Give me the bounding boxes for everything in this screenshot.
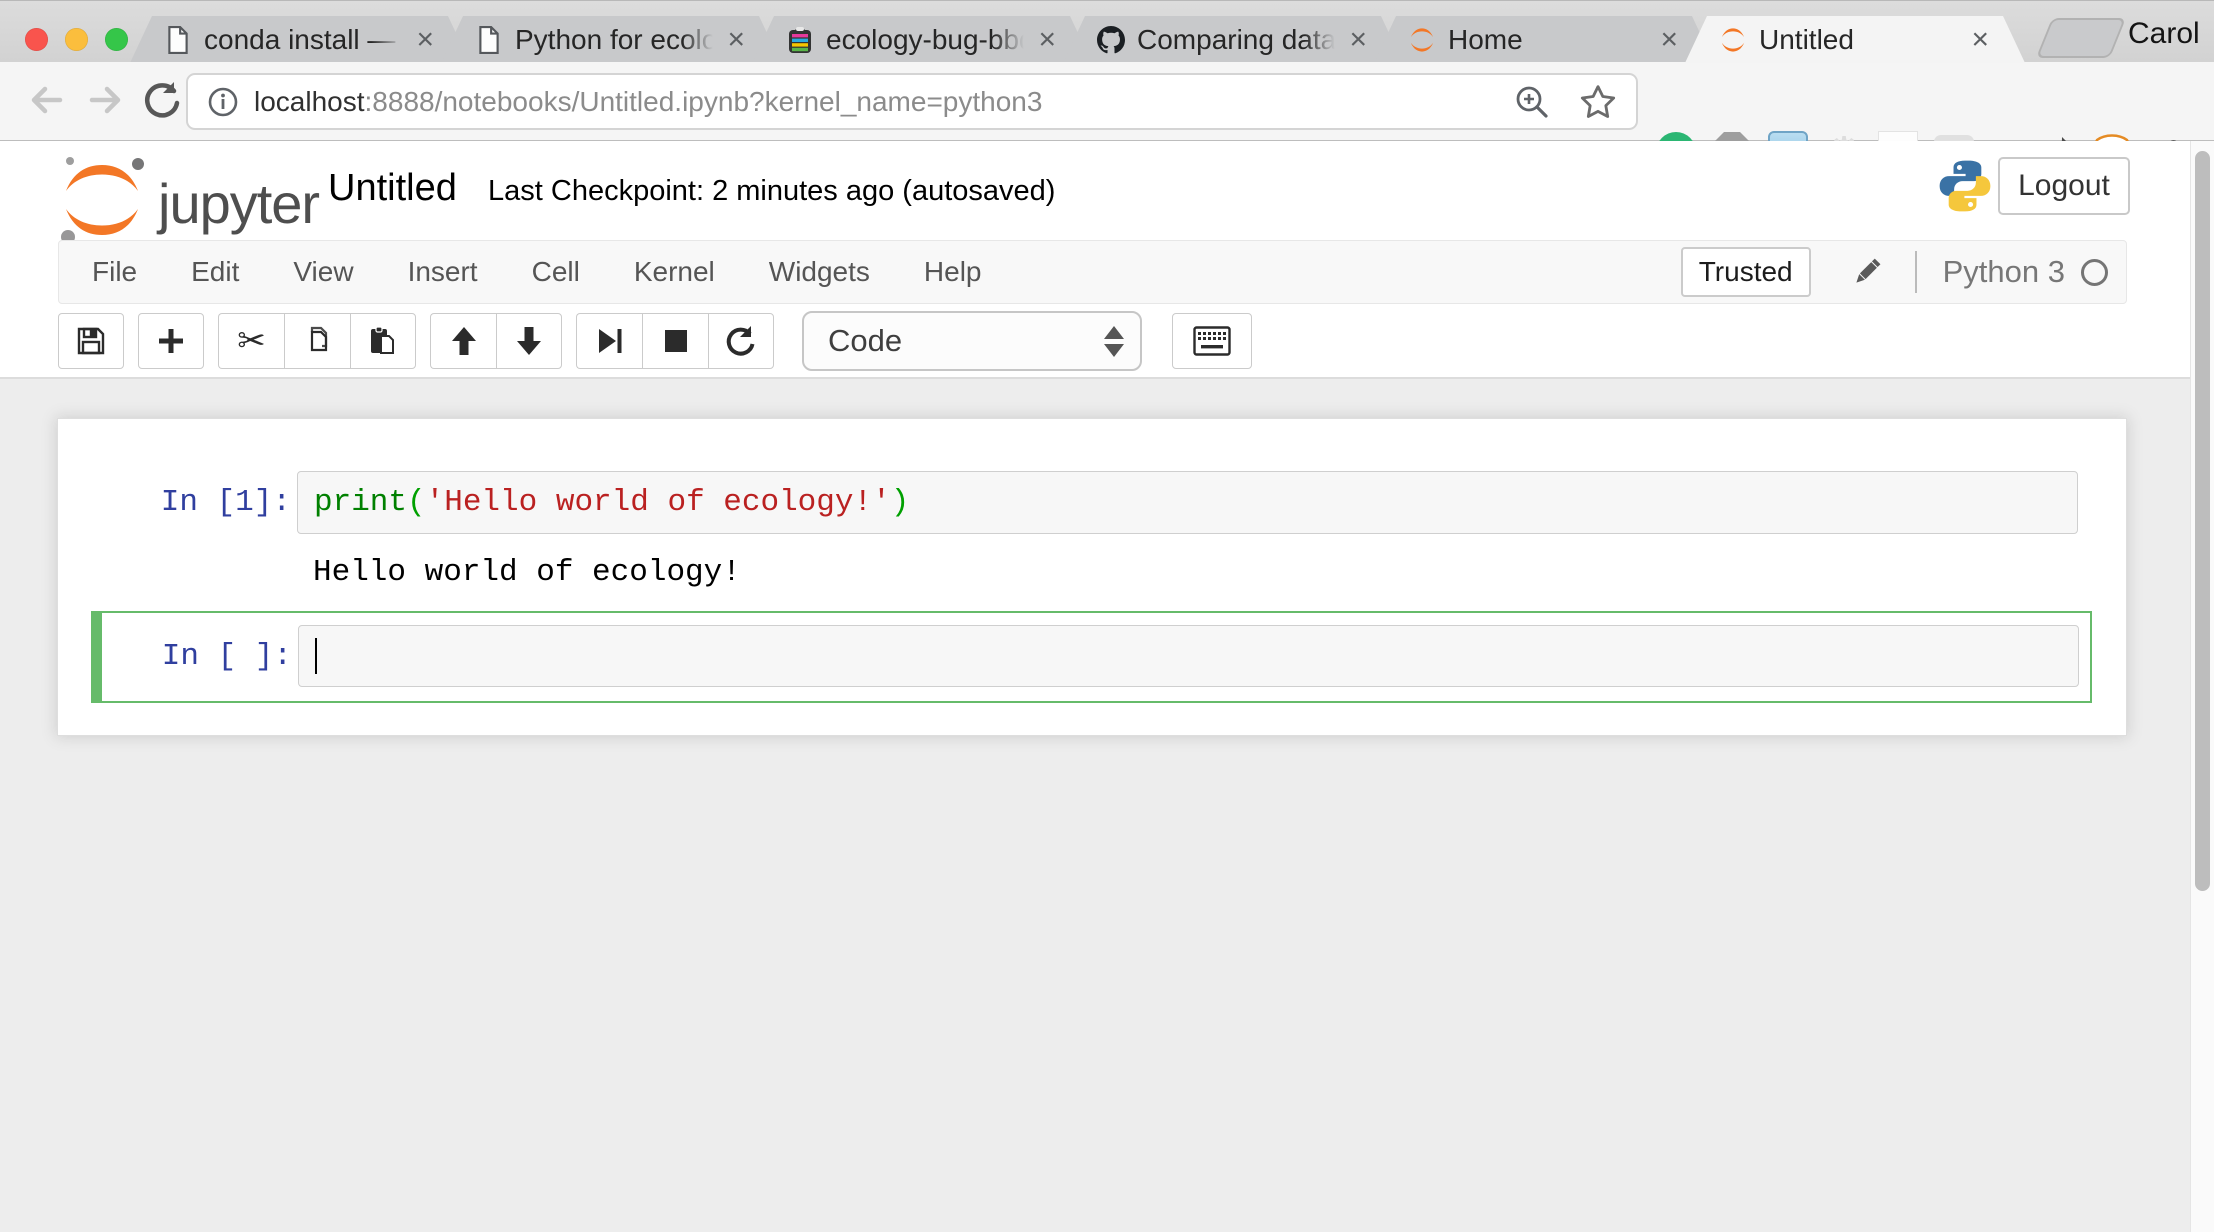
code-line: print('Hello world of ecology!')	[314, 485, 909, 520]
jupyter-logo[interactable]: jupyter	[54, 157, 319, 241]
document-icon	[475, 26, 503, 54]
menu-widgets[interactable]: Widgets	[742, 256, 897, 288]
jupyter-menubar: File Edit View Insert Cell Kernel Widget…	[58, 240, 2127, 304]
cut-cell-button[interactable]: ✂	[218, 313, 284, 369]
window-zoom-button[interactable]	[105, 28, 128, 51]
cell-output-text: Hello world of ecology!	[313, 555, 741, 590]
menubar-divider	[1915, 251, 1917, 293]
tab-title: ecology-bug-bbq	[826, 24, 1030, 56]
tab-title: Python for ecologi	[515, 24, 719, 56]
browser-tab-home[interactable]: Home ×	[1374, 16, 1714, 63]
jupyter-favicon	[1719, 26, 1747, 54]
etherpad-icon	[786, 26, 814, 54]
scissors-icon: ✂	[237, 324, 266, 358]
add-cell-button[interactable]	[138, 313, 204, 369]
python-logo-icon	[1936, 157, 1994, 215]
browser-profile-name[interactable]: Carol	[2128, 17, 2200, 51]
trusted-button[interactable]: Trusted	[1681, 247, 1811, 297]
notebook-container: In [1]: print('Hello world of ecology!')…	[57, 418, 2127, 736]
browser-tab-python-for-ecology[interactable]: Python for ecologi ×	[441, 16, 781, 63]
browser-tab-conda-install[interactable]: conda install — Co ×	[130, 16, 470, 63]
window-close-button[interactable]	[25, 28, 48, 51]
close-icon[interactable]: ×	[727, 26, 745, 54]
info-icon[interactable]	[206, 85, 240, 119]
url-host: localhost	[254, 86, 365, 117]
browser-tab-ecology-bug-bbq[interactable]: ecology-bug-bbq ×	[752, 16, 1092, 63]
tab-title: Comparing dataca	[1137, 24, 1341, 56]
tab-title: Untitled	[1759, 24, 1963, 56]
paste-cell-button[interactable]	[350, 313, 416, 369]
url-text: localhost:8888/notebooks/Untitled.ipynb?…	[254, 86, 1512, 118]
close-icon[interactable]: ×	[1660, 26, 1678, 54]
close-icon[interactable]: ×	[1971, 26, 1989, 54]
code-token-print: print	[314, 485, 407, 520]
menu-view[interactable]: View	[266, 256, 380, 288]
zoom-page-icon[interactable]	[1512, 82, 1552, 122]
reload-icon[interactable]	[138, 76, 186, 124]
menu-insert[interactable]: Insert	[381, 256, 505, 288]
notebook-site: In [1]: print('Hello world of ecology!')…	[0, 379, 2214, 1232]
forward-icon[interactable]	[82, 76, 130, 124]
tab-title: conda install — Co	[204, 24, 408, 56]
jupyter-header: jupyter Untitled Last Checkpoint: 2 minu…	[0, 141, 2214, 377]
move-cell-up-button[interactable]	[430, 313, 496, 369]
menu-file[interactable]: File	[65, 256, 164, 288]
code-cell-input-active[interactable]	[298, 625, 2079, 687]
restart-kernel-button[interactable]	[708, 313, 774, 369]
url-bar[interactable]: localhost:8888/notebooks/Untitled.ipynb?…	[186, 73, 1638, 130]
close-icon[interactable]: ×	[1349, 26, 1367, 54]
menu-cell[interactable]: Cell	[505, 256, 607, 288]
command-palette-button[interactable]	[1172, 313, 1252, 369]
notebook-title[interactable]: Untitled	[328, 167, 457, 210]
select-arrows-icon	[1104, 326, 1124, 357]
page-scrollbar-thumb[interactable]	[2195, 151, 2210, 891]
screen: conda install — Co × Python for ecologi …	[0, 0, 2214, 1232]
close-icon[interactable]: ×	[416, 26, 434, 54]
menu-help[interactable]: Help	[897, 256, 1009, 288]
document-icon	[164, 26, 192, 54]
cell-type-select[interactable]: Code	[802, 311, 1142, 371]
run-cell-button[interactable]	[576, 313, 642, 369]
input-prompt: In [ ]:	[120, 639, 292, 674]
browser-tab-untitled-active[interactable]: Untitled ×	[1685, 16, 2025, 63]
back-icon[interactable]	[22, 76, 70, 124]
code-token-string: 'Hello world of ecology!'	[426, 485, 891, 520]
kernel-name-label: Python 3	[1943, 254, 2065, 290]
new-tab-button[interactable]	[2036, 18, 2126, 58]
jupyter-toolbar: ✂	[58, 312, 1252, 370]
cell-type-value: Code	[828, 323, 1104, 359]
github-icon	[1097, 26, 1125, 54]
browser-toolbar: localhost:8888/notebooks/Untitled.ipynb?…	[0, 62, 2214, 141]
tab-title: Home	[1448, 24, 1652, 56]
save-button[interactable]	[58, 313, 124, 369]
close-icon[interactable]: ×	[1038, 26, 1056, 54]
page-scrollbar-track[interactable]	[2190, 141, 2214, 1232]
code-cell-input[interactable]: print('Hello world of ecology!')	[297, 471, 2078, 534]
browser-tab-strip: conda install — Co × Python for ecologi …	[0, 0, 2214, 62]
window-minimize-button[interactable]	[65, 28, 88, 51]
checkpoint-status: Last Checkpoint: 2 minutes ago (autosave…	[488, 175, 1055, 208]
edit-title-pencil-icon	[1849, 254, 1885, 290]
browser-tab-comparing-datacarpentry[interactable]: Comparing dataca ×	[1063, 16, 1403, 63]
url-path: :8888/notebooks/Untitled.ipynb?kernel_na…	[365, 86, 1043, 117]
keyboard-icon	[1193, 326, 1231, 356]
copy-cell-button[interactable]	[284, 313, 350, 369]
menu-kernel[interactable]: Kernel	[607, 256, 742, 288]
selected-code-cell[interactable]: In [ ]:	[91, 611, 2092, 703]
jupyter-logo-text: jupyter	[158, 171, 319, 236]
logout-button[interactable]: Logout	[1998, 157, 2130, 215]
jupyter-favicon	[1408, 26, 1436, 54]
text-cursor	[315, 638, 317, 674]
kernel-idle-icon	[2081, 259, 2108, 286]
bookmark-star-icon[interactable]	[1578, 82, 1618, 122]
menu-edit[interactable]: Edit	[164, 256, 266, 288]
interrupt-kernel-button[interactable]	[642, 313, 708, 369]
move-cell-down-button[interactable]	[496, 313, 562, 369]
input-prompt: In [1]:	[96, 485, 291, 520]
